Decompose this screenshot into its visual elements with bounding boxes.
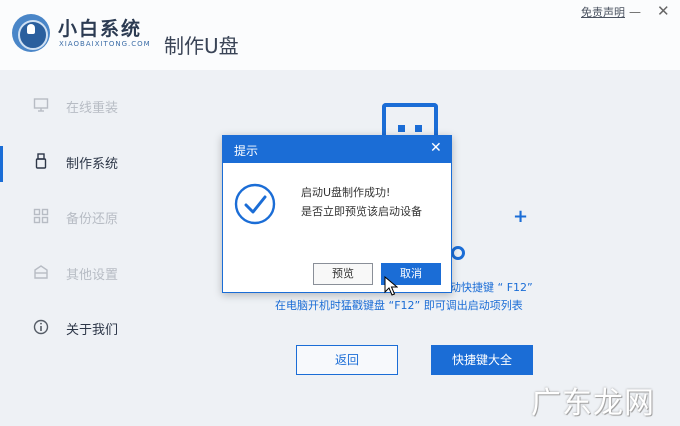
dialog-message-line1: 启动U盘制作成功! <box>301 186 391 199</box>
sidebar-item-label: 制作系统 <box>66 157 119 172</box>
watermark: 广东龙网 <box>531 386 655 421</box>
hint-text: 在电脑开机时猛戳键盘 “F12” 即可调出启动项列表 <box>275 299 523 312</box>
page-title: 制作U盘 <box>164 34 239 58</box>
sidebar-item-online-reinstall[interactable]: 在线重装 <box>0 86 160 126</box>
minimize-button[interactable]: — <box>629 5 641 19</box>
sidebar-item-label: 其他设置 <box>66 268 119 283</box>
check-circle-icon <box>234 183 276 225</box>
info-icon <box>33 319 49 335</box>
prompt-dialog: 提示 ✕ 启动U盘制作成功! 是否立即预览该启动设备 预览 取消 <box>222 135 452 293</box>
sidebar-item-label: 在线重装 <box>66 101 119 116</box>
sidebar-item-label: 关于我们 <box>66 323 119 338</box>
sidebar-item-other-settings[interactable]: 其他设置 <box>0 253 160 293</box>
dialog-title: 提示 <box>234 144 259 158</box>
grid-icon <box>33 208 49 224</box>
close-window-button[interactable]: ✕ <box>657 2 670 20</box>
usb-icon <box>35 153 47 169</box>
dialog-title-bar: 提示 ✕ <box>223 136 451 163</box>
sidebar-item-make-system[interactable]: 制作系统 <box>0 142 160 182</box>
mouse-cursor-icon <box>384 276 398 296</box>
circle-decoration <box>451 246 465 260</box>
box-icon <box>34 265 48 279</box>
disclaimer-link[interactable]: 免责声明 <box>581 4 625 20</box>
logo-name: 小白系统 <box>58 18 143 40</box>
sidebar-item-backup-restore[interactable]: 备份还原 <box>0 197 160 237</box>
app-header: 小白系统 XIAOBAIXITONG.COM 制作U盘 免责声明 — ✕ <box>0 0 680 70</box>
sidebar-item-label: 备份还原 <box>66 212 119 227</box>
back-button[interactable]: 返回 <box>296 345 398 375</box>
logo-subtitle: XIAOBAIXITONG.COM <box>59 40 151 48</box>
hint-text-partial: 动快捷键 “ F12” <box>450 281 533 294</box>
preview-button[interactable]: 预览 <box>313 263 373 285</box>
dialog-message-line2: 是否立即预览该启动设备 <box>301 205 422 218</box>
sidebar: 在线重装 制作系统 备份还原 其他设置 关于我们 <box>0 70 160 426</box>
shortcut-keys-button[interactable]: 快捷键大全 <box>431 345 533 375</box>
logo-icon <box>12 14 50 52</box>
plus-icon: + <box>513 206 529 227</box>
sidebar-item-about-us[interactable]: 关于我们 <box>0 308 160 348</box>
monitor-icon <box>33 98 49 112</box>
dialog-close-icon[interactable]: ✕ <box>430 140 442 156</box>
